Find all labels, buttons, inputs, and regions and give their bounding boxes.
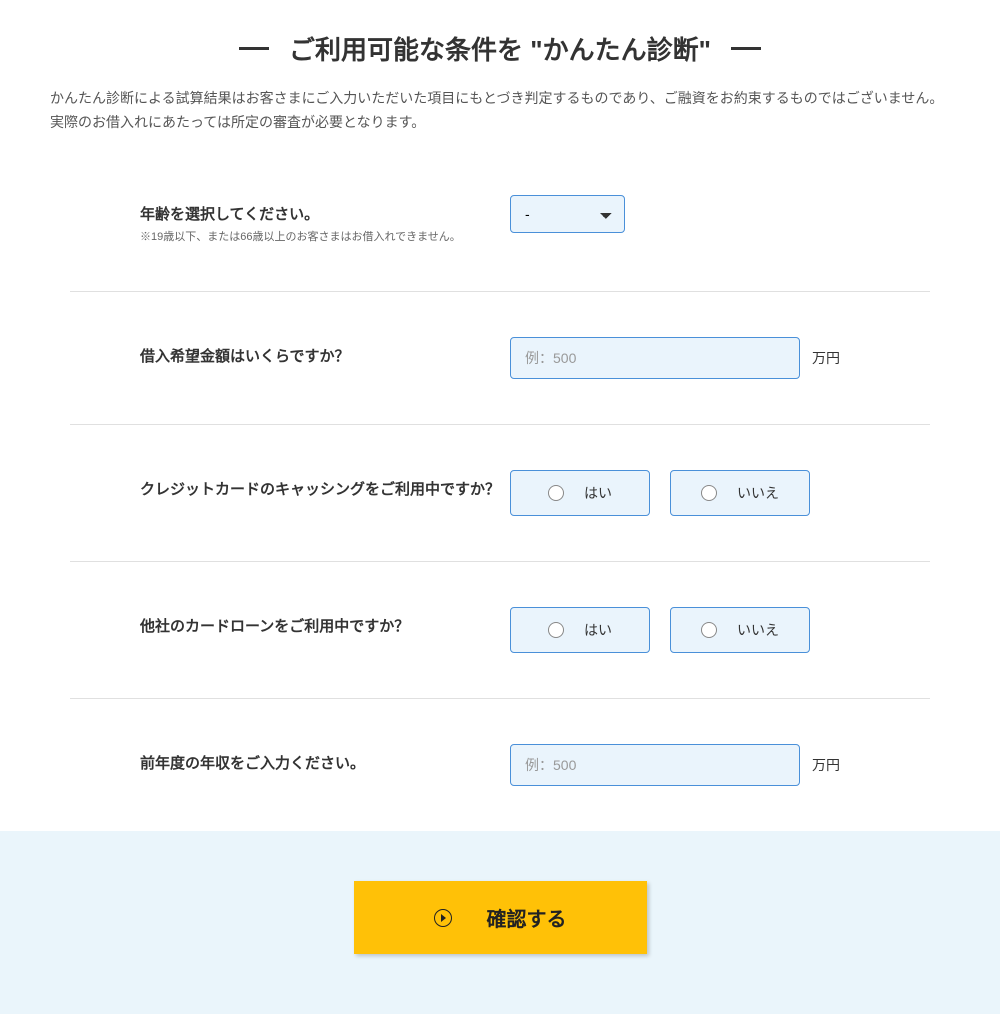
amount-input[interactable] xyxy=(510,337,800,379)
form-row-amount: 借入希望金額はいくらですか？ 万円 xyxy=(70,292,930,425)
amount-label: 借入希望金額はいくらですか？ xyxy=(140,337,510,369)
page-title: ご利用可能な条件を "かんたん診断" xyxy=(239,30,761,67)
form-row-income: 前年度の年収をご入力ください。 万円 xyxy=(70,699,930,831)
footer: 確認する xyxy=(0,831,1000,1014)
diagnosis-form-container: ご利用可能な条件を "かんたん診断" かんたん診断による試算結果はお客さまにご入… xyxy=(0,0,1000,1014)
other-loan-yes-option[interactable]: はい xyxy=(510,607,650,653)
radio-icon xyxy=(701,485,717,501)
other-loan-label: 他社のカードローンをご利用中ですか？ xyxy=(140,607,510,639)
income-label: 前年度の年収をご入力ください。 xyxy=(140,744,510,776)
amount-unit: 万円 xyxy=(812,348,840,368)
submit-label: 確認する xyxy=(487,903,567,932)
radio-label: はい xyxy=(584,620,612,640)
age-select[interactable]: - xyxy=(510,195,625,233)
radio-icon xyxy=(701,622,717,638)
other-loan-no-option[interactable]: いいえ xyxy=(670,607,810,653)
radio-icon xyxy=(548,485,564,501)
other-loan-radio-group: はい いいえ xyxy=(510,607,810,653)
income-input[interactable] xyxy=(510,744,800,786)
form-row-age: 年齢を選択してください。 ※19歳以下、または66歳以上のお客さまはお借入れでき… xyxy=(70,175,930,293)
other-loan-input-area: はい いいえ xyxy=(510,607,860,653)
age-label: 年齢を選択してください。 ※19歳以下、または66歳以上のお客さまはお借入れでき… xyxy=(140,195,510,247)
credit-card-no-option[interactable]: いいえ xyxy=(670,470,810,516)
submit-button[interactable]: 確認する xyxy=(354,881,647,954)
age-note: ※19歳以下、または66歳以上のお客さまはお借入れできません。 xyxy=(140,229,510,247)
play-circle-icon xyxy=(434,909,452,927)
radio-label: はい xyxy=(584,483,612,503)
form-row-other-loan: 他社のカードローンをご利用中ですか？ はい いいえ xyxy=(70,562,930,699)
form-row-credit-card: クレジットカードのキャッシングをご利用中ですか？ はい いいえ xyxy=(70,425,930,562)
age-input-area: - xyxy=(510,195,860,233)
amount-input-area: 万円 xyxy=(510,337,860,379)
title-text: ご利用可能な条件を "かんたん診断" xyxy=(289,30,711,67)
credit-card-input-area: はい いいえ xyxy=(510,470,860,516)
credit-card-radio-group: はい いいえ xyxy=(510,470,810,516)
credit-card-yes-option[interactable]: はい xyxy=(510,470,650,516)
description-text: かんたん診断による試算結果はお客さまにご入力いただいた項目にもとづき判定するもの… xyxy=(0,87,1000,175)
radio-label: いいえ xyxy=(737,620,779,640)
header: ご利用可能な条件を "かんたん診断" xyxy=(0,0,1000,87)
credit-card-label: クレジットカードのキャッシングをご利用中ですか？ xyxy=(140,470,510,502)
dash-left-icon xyxy=(239,47,269,50)
income-unit: 万円 xyxy=(812,755,840,775)
form-section: 年齢を選択してください。 ※19歳以下、または66歳以上のお客さまはお借入れでき… xyxy=(0,175,1000,832)
income-input-area: 万円 xyxy=(510,744,860,786)
radio-icon xyxy=(548,622,564,638)
radio-label: いいえ xyxy=(737,483,779,503)
dash-right-icon xyxy=(731,47,761,50)
